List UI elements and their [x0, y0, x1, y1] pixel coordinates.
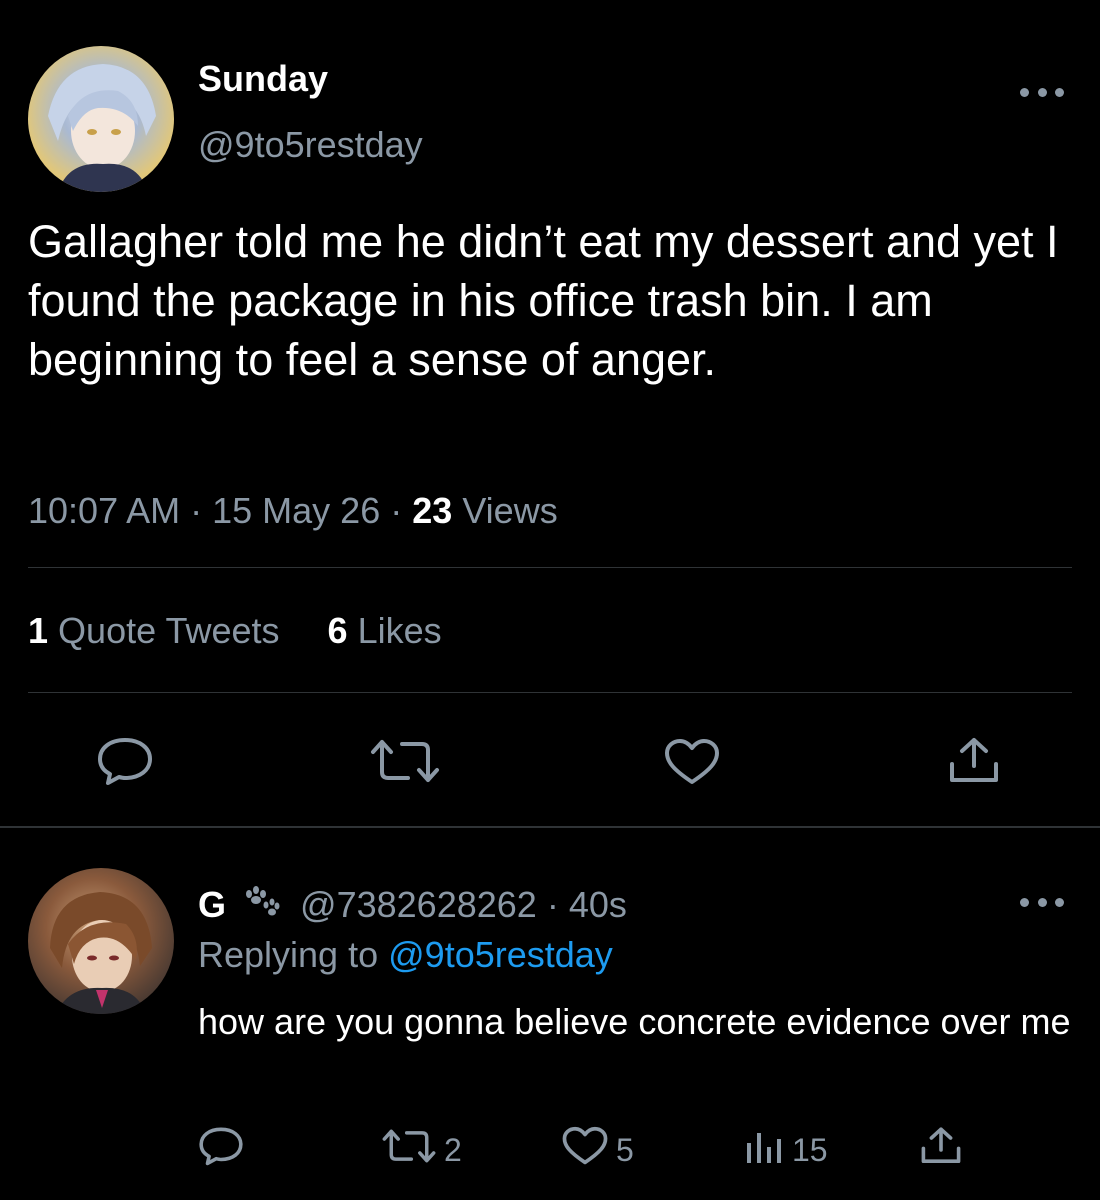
heart-icon	[562, 1126, 608, 1174]
reply-views-button[interactable]: 15	[744, 1128, 828, 1172]
reply-text: how are you gonna believe concrete evide…	[198, 1001, 1071, 1042]
more-dot	[1037, 897, 1047, 907]
share-icon	[920, 1126, 962, 1174]
paw-icon	[242, 885, 280, 929]
reply-views-count: 15	[792, 1131, 828, 1168]
meta-separator: ·	[390, 490, 413, 531]
more-dot	[1037, 87, 1047, 97]
views-count: 23	[412, 490, 453, 531]
quote-count: 1	[28, 610, 49, 651]
more-dot	[1055, 87, 1064, 97]
tweet-date: 15 May 26	[212, 490, 381, 531]
reply-like-button[interactable]: 5	[562, 1126, 634, 1174]
reply-like-count: 5	[616, 1131, 634, 1168]
quote-tweets-stat[interactable]: 1 Quote Tweets	[28, 610, 290, 651]
more-dot	[1020, 897, 1029, 907]
meta-separator: ·	[190, 490, 213, 531]
more-dot	[1055, 897, 1064, 907]
reply-separator: ·	[546, 884, 569, 925]
likes-count: 6	[327, 610, 348, 651]
reply-share-button[interactable]	[920, 1126, 962, 1174]
user-handle[interactable]: @9to5restday	[198, 124, 423, 166]
likes-stat[interactable]: 6 Likes	[328, 610, 442, 651]
reply-header: G @7382628262 · 40s	[198, 884, 627, 929]
avatar-g[interactable]	[28, 868, 174, 1014]
more-dot	[1020, 87, 1029, 97]
replying-to: Replying to @9to5restday	[198, 934, 613, 976]
tweet-text: Gallagher told me he didn’t eat my desse…	[28, 216, 1059, 385]
views-label: Views	[462, 490, 558, 531]
reply-handle[interactable]: @7382628262	[300, 884, 537, 925]
retweet-icon	[382, 1128, 436, 1172]
replying-mention[interactable]: @9to5restday	[388, 934, 613, 975]
avatar-sunday[interactable]	[28, 46, 174, 192]
tweet-meta: 10:07 AM · 15 May 26 · 23 Views	[28, 490, 558, 532]
replying-label: Replying to	[198, 934, 379, 975]
likes-label: Likes	[357, 610, 442, 651]
tweet-stats: 1 Quote Tweets 6 Likes	[28, 610, 442, 652]
divider	[28, 567, 1072, 568]
quote-label: Quote Tweets	[58, 610, 280, 651]
reply-display-name[interactable]: G	[198, 884, 226, 925]
divider	[28, 692, 1072, 693]
reply-icon[interactable]	[96, 736, 154, 786]
reply-retweet-count: 2	[444, 1131, 462, 1168]
views-bar-icon	[744, 1127, 784, 1173]
display-name[interactable]: Sunday	[198, 58, 328, 100]
reply-icon	[198, 1125, 244, 1175]
retweet-icon[interactable]	[370, 738, 440, 784]
like-icon[interactable]	[664, 738, 720, 786]
more-options-icon[interactable]	[1020, 80, 1064, 104]
tweet-time: 10:07 AM	[28, 490, 181, 531]
reply-age: 40s	[568, 884, 627, 925]
reply-retweet-button[interactable]: 2	[382, 1128, 462, 1172]
reply-more-options-icon[interactable]	[1020, 890, 1064, 914]
reply-reply-button[interactable]	[198, 1125, 244, 1175]
section-divider	[0, 826, 1100, 828]
share-icon[interactable]	[948, 736, 1000, 786]
